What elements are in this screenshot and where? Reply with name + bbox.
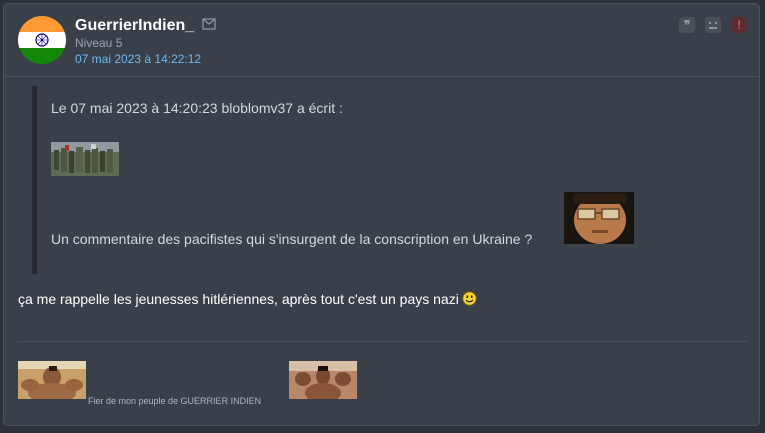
mail-icon[interactable] <box>202 18 216 30</box>
india-flag-icon <box>18 16 66 64</box>
forum-post: GuerrierIndien_ Niveau 5 07 mai 2023 à 1… <box>3 3 760 426</box>
user-level: Niveau 5 <box>75 36 123 50</box>
report-button[interactable]: ! <box>731 17 747 33</box>
soldiers-photo[interactable] <box>51 142 119 176</box>
man-glasses-sticker[interactable] <box>564 192 634 244</box>
dislike-button[interactable] <box>705 17 721 33</box>
username[interactable]: GuerrierIndien_ <box>75 17 194 35</box>
quote-text: Un commentaire des pacifistes qui s'insu… <box>51 231 533 247</box>
post-date-link[interactable]: 07 mai 2023 à 14:22:12 <box>75 52 201 66</box>
muscle-man-photo[interactable] <box>18 361 86 399</box>
signature-text: Fier de mon peuple de GUERRIER INDIEN <box>88 396 262 406</box>
quote-block: Le 07 mai 2023 à 14:20:23 bloblomv37 a é… <box>32 86 732 274</box>
post-header: GuerrierIndien_ Niveau 5 07 mai 2023 à 1… <box>4 4 759 77</box>
sad-face-icon <box>709 22 717 29</box>
report-icon: ! <box>737 18 741 32</box>
smiley-icon <box>462 291 477 306</box>
signature-divider <box>18 341 747 342</box>
post-message: ça me rappelle les jeunesses hitlérienne… <box>18 291 477 307</box>
quote-header: Le 07 mai 2023 à 14:20:23 bloblomv37 a é… <box>51 100 343 116</box>
message-text: ça me rappelle les jeunesses hitlérienne… <box>18 291 459 307</box>
quote-icon: ❞ <box>683 18 691 32</box>
avatar[interactable] <box>18 16 66 64</box>
bodybuilder-photo[interactable] <box>289 361 357 399</box>
quote-button[interactable]: ❞ <box>679 17 695 33</box>
